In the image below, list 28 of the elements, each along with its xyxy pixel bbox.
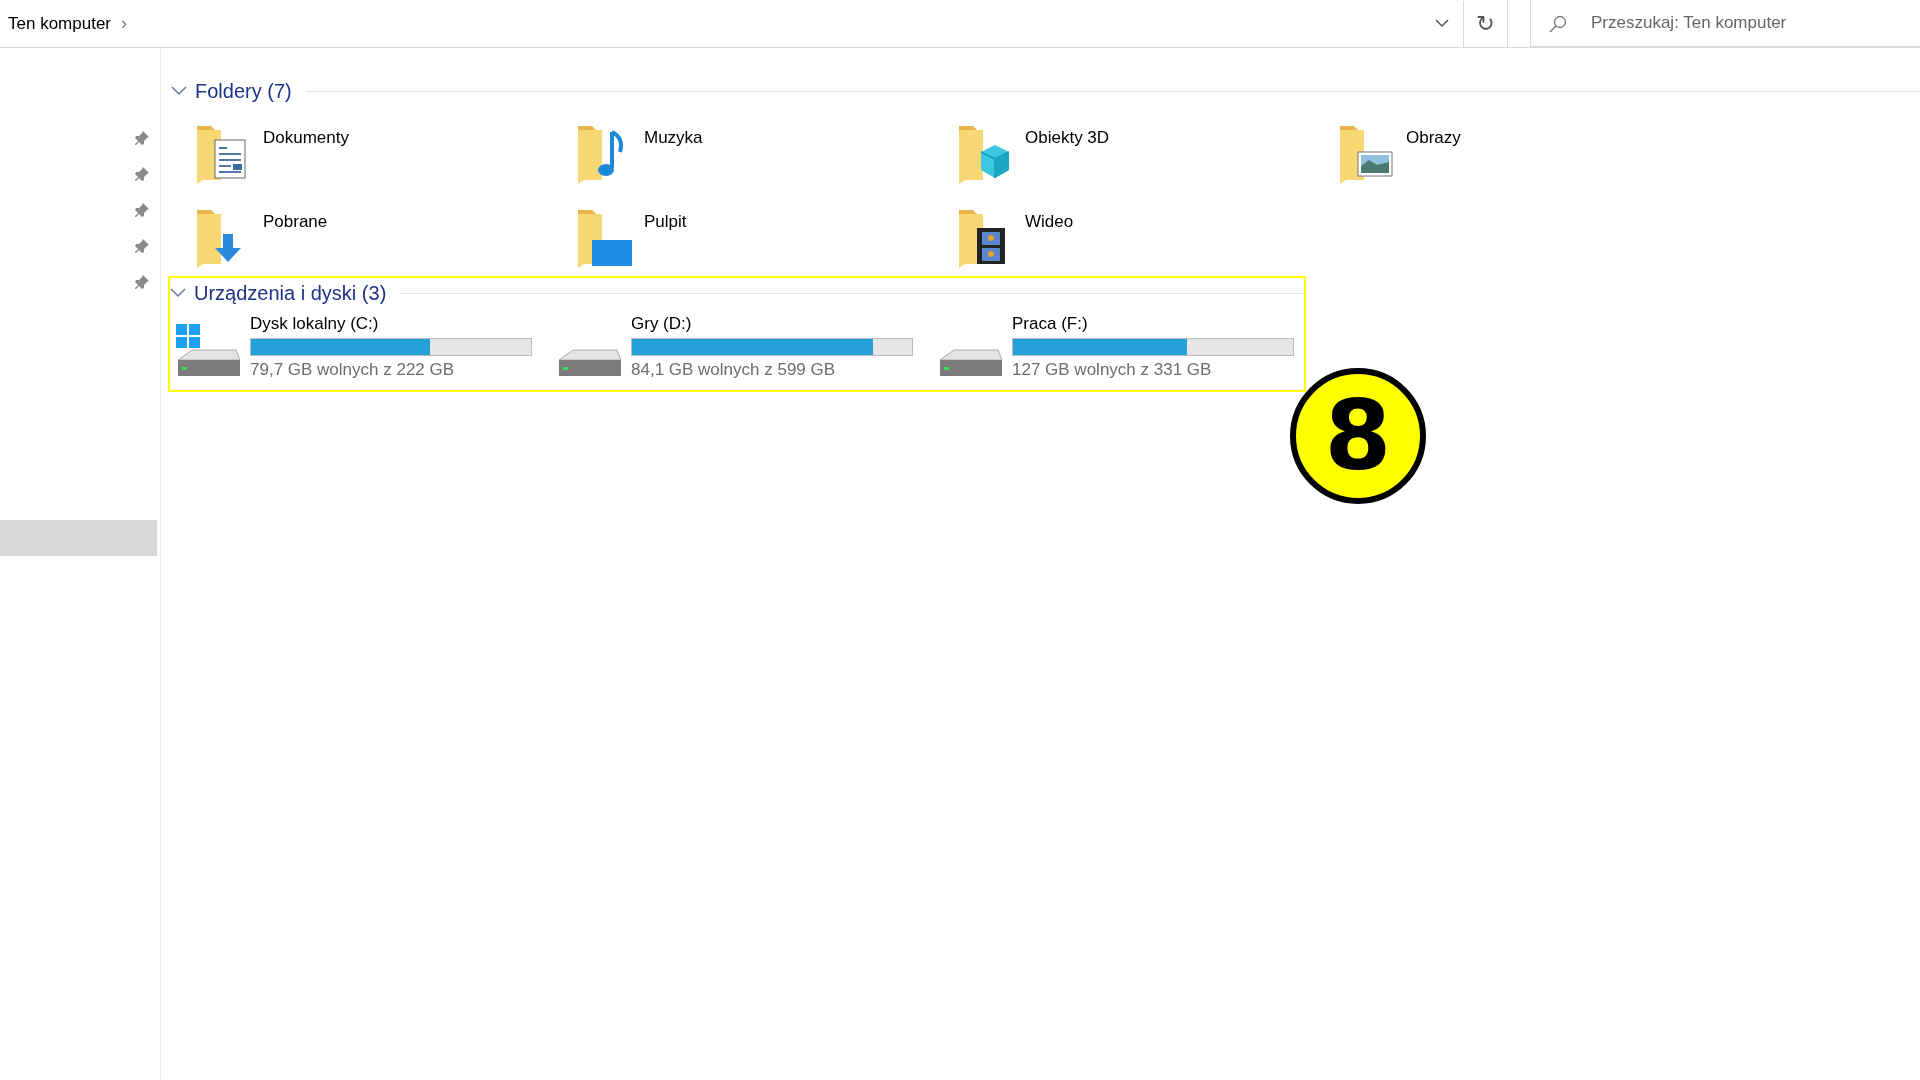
chevron-down-icon[interactable] xyxy=(171,86,187,96)
step-number-badge: 8 xyxy=(1290,368,1426,504)
drive-name[interactable]: Praca (F:) xyxy=(1012,314,1294,334)
pin-icon[interactable] xyxy=(134,274,150,290)
pin-icon[interactable] xyxy=(134,202,150,218)
folder-name[interactable]: Obiekty 3D xyxy=(1025,128,1110,148)
free-space-label: 127 GB wolnych z 331 GB xyxy=(1012,360,1213,380)
chevron-down-icon[interactable] xyxy=(170,288,186,298)
folder-name[interactable]: Muzyka xyxy=(644,128,703,148)
folder-name[interactable]: Dokumenty xyxy=(263,128,349,148)
folder-name[interactable]: Pobrane xyxy=(263,212,328,232)
breadcrumb-separator: › xyxy=(121,13,127,34)
pin-icon[interactable] xyxy=(134,166,150,182)
breadcrumb-item[interactable]: Ten komputer xyxy=(8,13,111,34)
folder-name[interactable]: Wideo xyxy=(1025,212,1074,232)
address-bar[interactable]: Ten komputer › ↻ xyxy=(0,0,1508,47)
free-space-label: 84,1 GB wolnych z 599 GB xyxy=(631,360,837,380)
section-title[interactable]: Foldery (7) xyxy=(195,79,292,103)
drive-name[interactable]: Dysk lokalny (C:) xyxy=(250,314,532,334)
pin-icon[interactable] xyxy=(134,130,150,146)
free-space-label: 79,7 GB wolnych z 222 GB xyxy=(250,360,456,380)
section-title[interactable]: Urządzenia i dyski (3) xyxy=(194,281,387,305)
drive-name[interactable]: Gry (D:) xyxy=(631,314,913,334)
pin-icon[interactable] xyxy=(134,238,150,254)
chevron-down-icon[interactable] xyxy=(1435,19,1449,28)
search-field[interactable]: Przeszukaj: Ten komputer xyxy=(1530,0,1920,47)
folder-name[interactable]: Obrazy xyxy=(1406,128,1461,148)
folder-name[interactable]: Pulpit xyxy=(644,212,687,232)
